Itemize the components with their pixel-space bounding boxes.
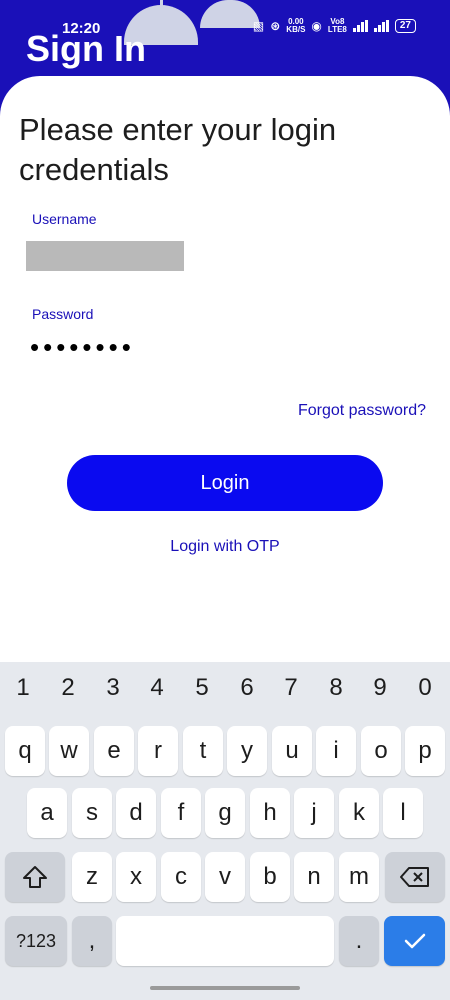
nfc-icon: ▧ (252, 19, 265, 33)
shift-key[interactable] (5, 852, 65, 902)
keyboard: 1 2 3 4 5 6 7 8 9 0 q w e r t y u i o p … (0, 662, 450, 1000)
checkmark-icon (404, 933, 425, 949)
key-t[interactable]: t (183, 726, 223, 776)
wifi-icon: ◉ (311, 19, 322, 33)
key-i[interactable]: i (316, 726, 356, 776)
page-title: Sign In (26, 28, 146, 69)
key-x[interactable]: x (116, 852, 156, 902)
login-button[interactable]: Login (67, 455, 383, 511)
key-3[interactable]: 3 (95, 674, 131, 702)
key-5[interactable]: 5 (184, 674, 220, 702)
key-2[interactable]: 2 (50, 674, 86, 702)
key-j[interactable]: j (294, 788, 334, 838)
key-b[interactable]: b (250, 852, 290, 902)
key-f[interactable]: f (161, 788, 201, 838)
period-key[interactable]: . (339, 916, 379, 966)
net-speed-unit: KB/S (286, 25, 306, 34)
key-q[interactable]: q (5, 726, 45, 776)
key-0[interactable]: 0 (407, 674, 443, 702)
key-p[interactable]: p (405, 726, 445, 776)
symbols-key[interactable]: ?123 (5, 916, 67, 966)
signal-icon-2 (373, 20, 389, 32)
username-field[interactable] (26, 241, 184, 271)
key-9[interactable]: 9 (362, 674, 398, 702)
key-1[interactable]: 1 (5, 674, 41, 702)
space-key[interactable] (116, 916, 334, 966)
key-8[interactable]: 8 (318, 674, 354, 702)
form-heading: Please enter your login credentials (19, 112, 337, 187)
key-4[interactable]: 4 (139, 674, 175, 702)
key-m[interactable]: m (339, 852, 379, 902)
forgot-password-link[interactable]: Forgot password? (298, 402, 426, 420)
enter-key[interactable] (384, 916, 445, 966)
key-w[interactable]: w (49, 726, 89, 776)
key-g[interactable]: g (205, 788, 245, 838)
login-card: Please enter your login credentials User… (0, 76, 450, 666)
key-d[interactable]: d (116, 788, 156, 838)
status-icons: ▧ ⊛ 0.00 KB/S ◉ Vo8 LTE8 27 (253, 18, 416, 34)
login-with-otp-link[interactable]: Login with OTP (0, 538, 450, 556)
volte-indicator: Vo8 LTE8 (328, 18, 347, 34)
comma-key[interactable]: , (72, 916, 112, 966)
key-n[interactable]: n (294, 852, 334, 902)
key-s[interactable]: s (72, 788, 112, 838)
key-e[interactable]: e (94, 726, 134, 776)
shift-icon (23, 866, 47, 888)
username-label: Username (32, 211, 97, 227)
network-speed: 0.00 KB/S (286, 18, 305, 34)
bluetooth-icon: ⊛ (270, 19, 281, 33)
backspace-key[interactable] (385, 852, 445, 902)
key-c[interactable]: c (161, 852, 201, 902)
battery-icon: 27 (394, 19, 416, 33)
key-r[interactable]: r (138, 726, 178, 776)
password-field[interactable]: •••••••• (30, 332, 135, 363)
key-a[interactable]: a (27, 788, 67, 838)
number-row: 1 2 3 4 5 6 7 8 9 0 (0, 674, 450, 710)
key-l[interactable]: l (383, 788, 423, 838)
volte-bottom: LTE8 (327, 25, 347, 34)
backspace-icon (400, 867, 429, 887)
key-7[interactable]: 7 (273, 674, 309, 702)
key-h[interactable]: h (250, 788, 290, 838)
signal-icon (352, 20, 368, 32)
key-u[interactable]: u (272, 726, 312, 776)
key-y[interactable]: y (227, 726, 267, 776)
password-label: Password (32, 306, 94, 322)
key-o[interactable]: o (361, 726, 401, 776)
key-6[interactable]: 6 (229, 674, 265, 702)
key-v[interactable]: v (205, 852, 245, 902)
key-k[interactable]: k (339, 788, 379, 838)
key-z[interactable]: z (72, 852, 112, 902)
home-indicator[interactable] (150, 986, 300, 990)
